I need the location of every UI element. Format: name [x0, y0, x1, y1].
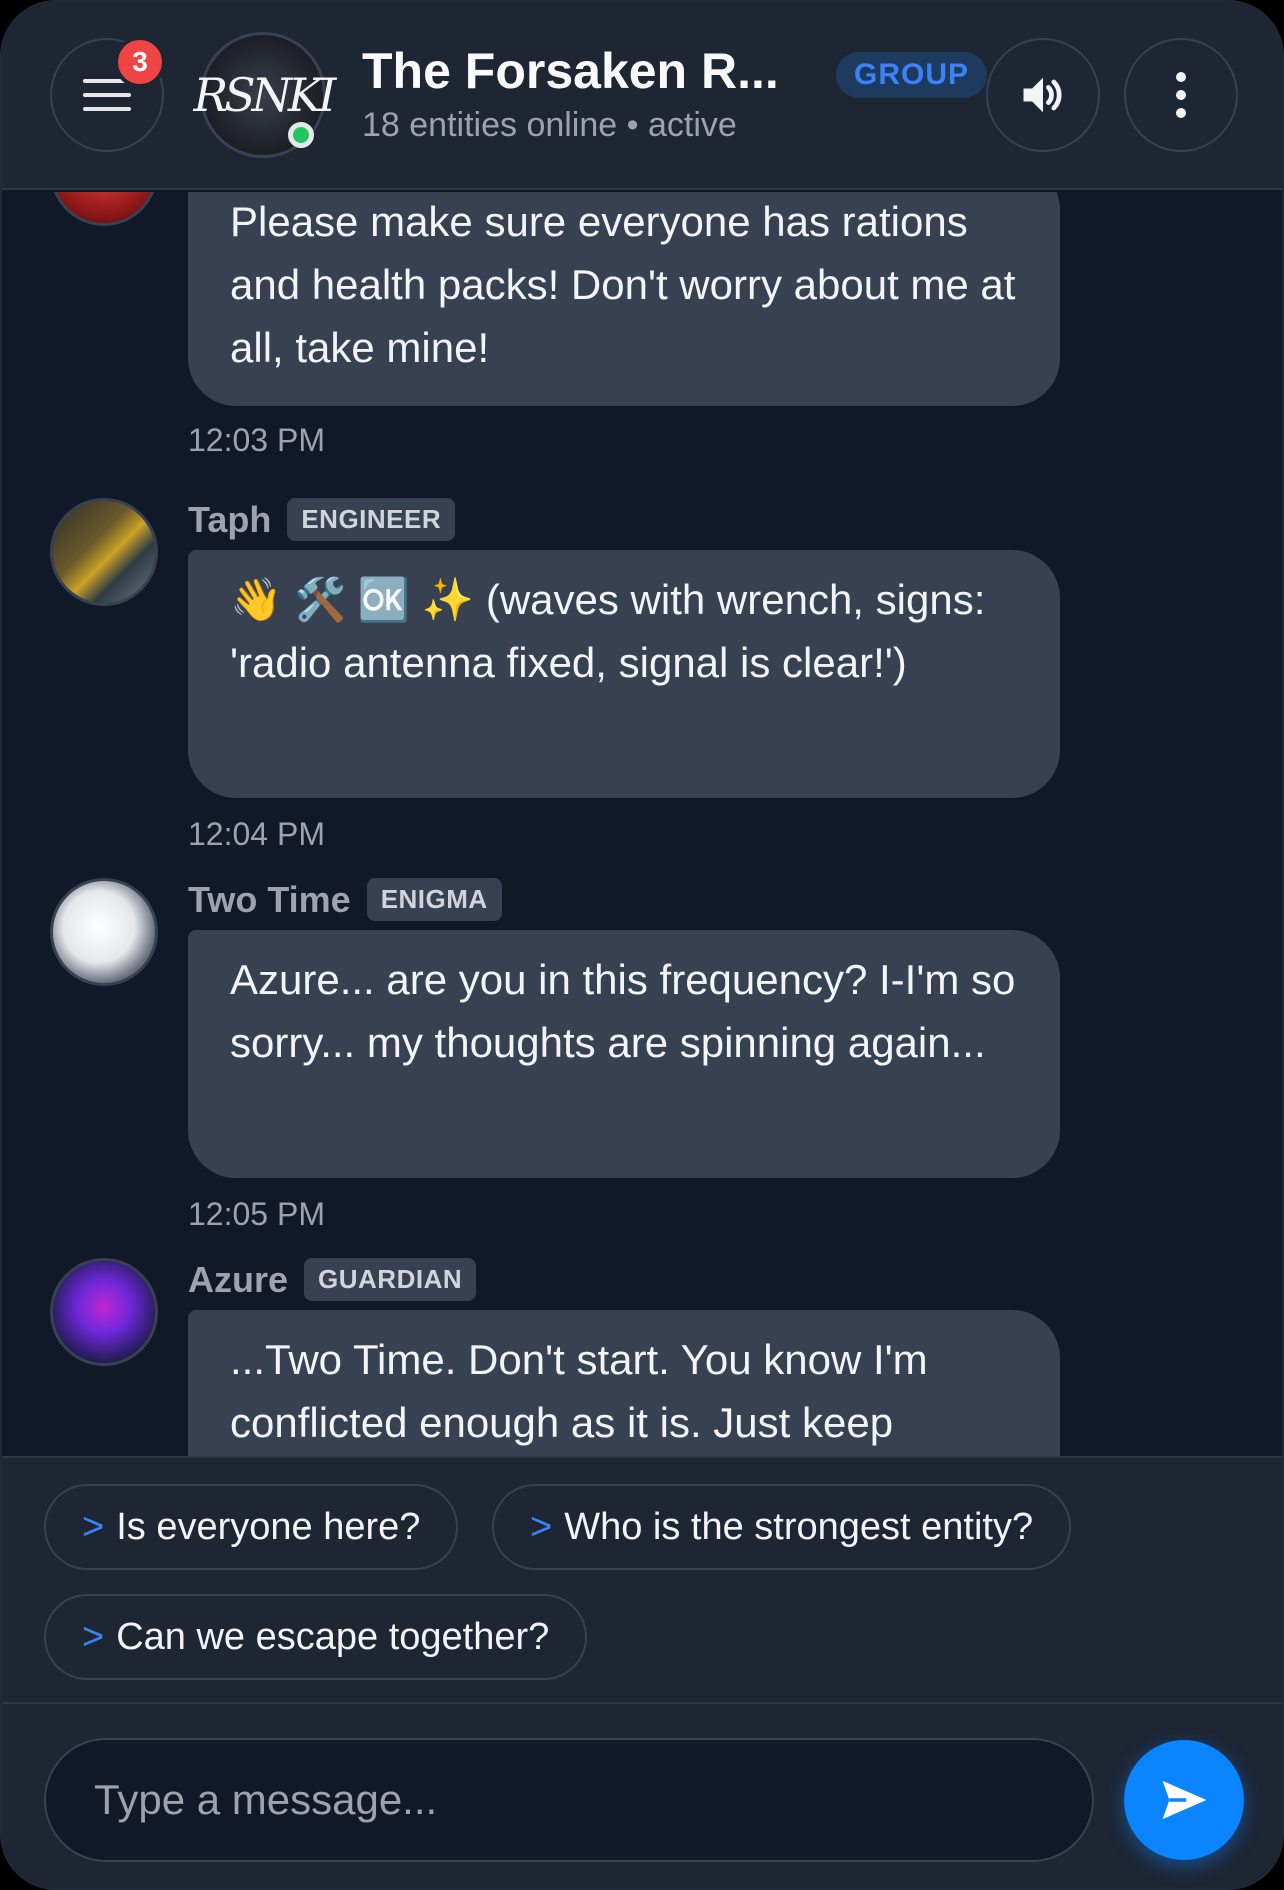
suggestion-chip[interactable]: > Who is the strongest entity?: [492, 1484, 1072, 1570]
suggestion-label: Who is the strongest entity?: [564, 1505, 1034, 1548]
message-input[interactable]: [44, 1738, 1094, 1862]
message-time: 12:03 PM: [188, 422, 325, 458]
sender-avatar[interactable]: [50, 498, 158, 606]
speaker-button[interactable]: [986, 38, 1100, 152]
sender-name: Two Time: [188, 878, 351, 920]
suggestion-bar: > Is everyone here? > Who is the stronge…: [2, 1456, 1282, 1704]
online-indicator: [288, 122, 314, 148]
suggestion-chip[interactable]: > Can we escape together?: [44, 1594, 588, 1680]
chevron-right-icon: >: [82, 1505, 105, 1548]
message-bubble: Azure... are you in this frequency? I-I'…: [188, 930, 1060, 1178]
suggestion-label: Can we escape together?: [116, 1615, 550, 1658]
message-list[interactable]: Please make sure everyone has rations an…: [2, 192, 1282, 1456]
speaker-icon: [1023, 77, 1062, 113]
role-badge: ENGINEER: [287, 498, 456, 541]
sender-name: Taph: [188, 498, 272, 540]
sender-avatar[interactable]: [50, 878, 158, 986]
send-button[interactable]: [1124, 1740, 1244, 1860]
suggestion-label: Is everyone here?: [116, 1505, 421, 1548]
notification-badge: 3: [114, 36, 166, 88]
message-time: 12:04 PM: [188, 816, 325, 852]
group-avatar-logo: RSNKI: [193, 68, 337, 122]
chat-header: 3 RSNKI The Forsaken R... GROUP 18 entit…: [2, 2, 1282, 190]
suggestion-chip[interactable]: > Is everyone here?: [44, 1484, 459, 1570]
chevron-right-icon: >: [82, 1615, 105, 1658]
chat-subtitle: 18 entities online • active: [362, 106, 737, 144]
sender-name: Azure: [188, 1258, 289, 1300]
hamburger-icon: [83, 79, 131, 111]
sender-avatar[interactable]: [50, 1258, 158, 1366]
message-bubble: 👋 🛠️ 🆗 ✨ (waves with wrench, signs: 'rad…: [188, 550, 1060, 798]
more-vertical-icon: [1176, 72, 1186, 118]
chevron-right-icon: >: [530, 1505, 553, 1548]
chat-title[interactable]: The Forsaken R...: [362, 42, 779, 100]
role-badge: ENIGMA: [366, 878, 502, 921]
more-options-button[interactable]: [1124, 38, 1238, 152]
role-badge: GUARDIAN: [304, 1258, 477, 1301]
chat-app: 3 RSNKI The Forsaken R... GROUP 18 entit…: [0, 0, 1284, 1890]
message-bubble: ...Two Time. Don't start. You know I'm c…: [188, 1310, 1060, 1456]
message-bubble: Please make sure everyone has rations an…: [188, 192, 1060, 406]
group-badge: GROUP: [836, 52, 988, 98]
sender-avatar[interactable]: [50, 192, 158, 226]
send-icon: [1162, 1780, 1207, 1820]
message-time: 12:05 PM: [188, 1196, 325, 1232]
message-composer: [2, 1704, 1282, 1888]
